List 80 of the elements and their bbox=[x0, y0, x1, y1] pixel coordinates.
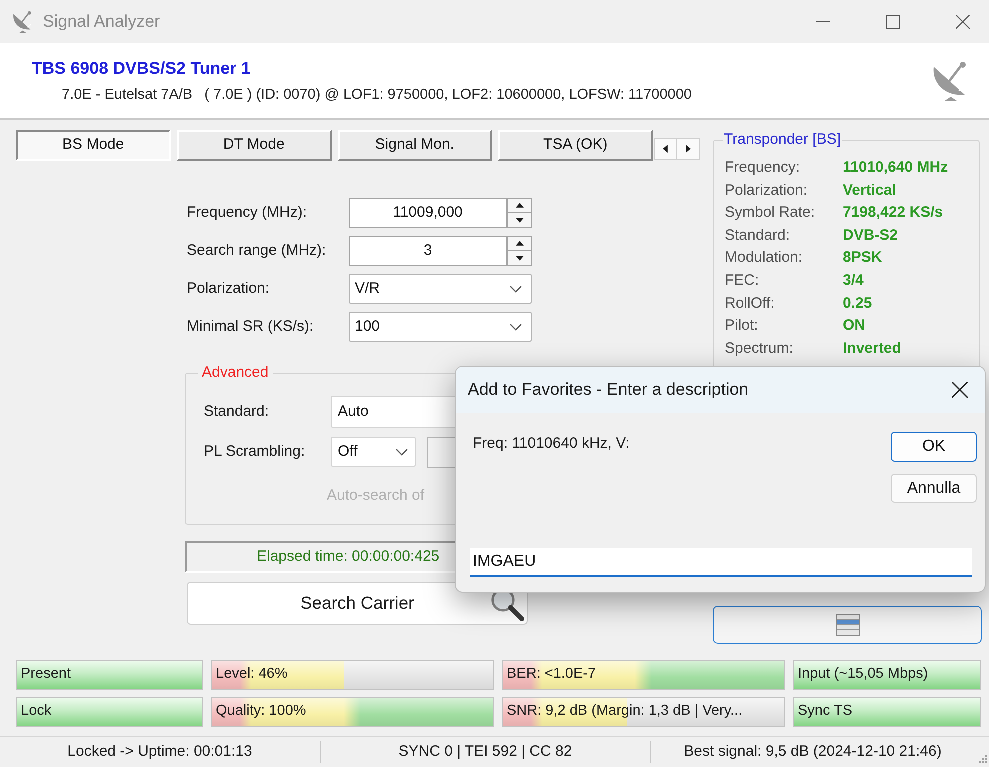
field-label: Minimal SR (KS/s): bbox=[187, 316, 315, 337]
status-text: Best signal: 9,5 dB (2024-12-10 21:46) bbox=[684, 742, 942, 762]
elapsed-time: Elapsed time: 00:00:00:425 bbox=[257, 546, 440, 567]
field-label: Standard: bbox=[204, 402, 270, 422]
dropdown[interactable]: Off bbox=[331, 437, 416, 467]
info-value: 3/4 bbox=[843, 270, 865, 291]
info-value: 0.25 bbox=[843, 294, 874, 314]
minimize-icon bbox=[816, 21, 830, 22]
dialog-title: Add to Favorites - Enter a description bbox=[468, 379, 749, 402]
meter-label: Input (~15,05 Mbps) bbox=[798, 665, 928, 684]
triangle-up-icon bbox=[516, 241, 524, 246]
info-label: Modulation: bbox=[725, 248, 804, 268]
field-label: Frequency (MHz): bbox=[187, 202, 308, 223]
spin-field[interactable]: 11009,000 bbox=[349, 198, 507, 228]
close-icon bbox=[952, 382, 968, 398]
meter-label: SNR: 9,2 dB (Margin: 1,3 dB | Very... bbox=[507, 702, 743, 722]
tab[interactable]: TSA (OK) bbox=[498, 130, 653, 161]
spin-up-button[interactable] bbox=[507, 198, 532, 213]
info-label: RollOff: bbox=[725, 294, 776, 314]
meter-label: Sync TS bbox=[798, 702, 853, 722]
dialog-message: Freq: 11010640 kHz, V: bbox=[473, 434, 630, 454]
maximize-icon bbox=[886, 14, 900, 28]
scroll-right-button[interactable] bbox=[677, 138, 700, 160]
spin-down-button[interactable] bbox=[507, 251, 532, 266]
list-icon bbox=[836, 614, 860, 636]
meter-label: Level: 46% bbox=[216, 665, 288, 684]
spin-field[interactable]: 3 bbox=[349, 236, 507, 266]
triangle-down-icon bbox=[516, 256, 524, 260]
info-value: 11010,640 MHz bbox=[843, 158, 950, 178]
info-label: Symbol Rate: bbox=[725, 203, 816, 224]
dropdown[interactable]: 100 bbox=[349, 312, 532, 342]
meter-label: Present bbox=[21, 665, 71, 684]
triangle-down-icon bbox=[516, 218, 524, 222]
dialog-button[interactable]: Annulla bbox=[891, 474, 977, 503]
info-value: Vertical bbox=[843, 180, 898, 201]
close-icon bbox=[956, 14, 970, 28]
tab[interactable]: Signal Mon. bbox=[338, 130, 492, 161]
status-text: SYNC 0 | TEI 592 | CC 82 bbox=[398, 742, 572, 762]
tab[interactable]: BS Mode bbox=[16, 130, 171, 161]
info-value: ON bbox=[843, 316, 866, 336]
triangle-left-icon bbox=[663, 145, 668, 153]
group-title: Transponder [BS] bbox=[723, 131, 842, 149]
tab[interactable]: DT Mode bbox=[176, 130, 332, 161]
meter-label: Lock bbox=[21, 702, 52, 722]
meter-label: Quality: 100% bbox=[216, 702, 306, 722]
field-label: PL Scrambling: bbox=[204, 442, 306, 462]
info-label: Polarization: bbox=[725, 180, 809, 201]
scroll-left-button[interactable] bbox=[654, 138, 677, 160]
info-label: FEC: bbox=[725, 270, 760, 291]
info-value: DVB-S2 bbox=[843, 226, 900, 246]
info-label: Standard: bbox=[725, 226, 792, 246]
info-label: Spectrum: bbox=[725, 338, 794, 359]
dropdown[interactable]: V/R bbox=[349, 274, 532, 304]
triangle-right-icon bbox=[686, 145, 690, 153]
meter-label: BER: <1.0E-7 bbox=[507, 665, 596, 684]
spin-up-button[interactable] bbox=[507, 236, 532, 251]
triangle-up-icon bbox=[516, 203, 524, 208]
list-button[interactable] bbox=[713, 606, 982, 644]
window-title: Signal Analyzer bbox=[43, 10, 160, 33]
chevron-down-icon bbox=[510, 324, 522, 330]
resize-grip-icon bbox=[979, 755, 987, 763]
info-label: Frequency: bbox=[725, 158, 802, 178]
chevron-down-icon bbox=[510, 286, 522, 292]
spin-down-button[interactable] bbox=[507, 213, 532, 228]
info-value: 7198,422 KS/s bbox=[843, 203, 944, 224]
group-title: Advanced bbox=[201, 364, 270, 382]
description-input[interactable]: IMGAEU bbox=[470, 548, 972, 577]
info-value: 8PSK bbox=[843, 248, 884, 268]
device-details: 7.0E - Eutelsat 7A/B ( 7.0E ) (ID: 0070) @ LOF1: 9750000, LOF2: 10600000, LOFSW: 11700000 bbox=[62, 86, 692, 104]
info-label: Pilot: bbox=[725, 316, 760, 336]
dialog-button[interactable]: OK bbox=[891, 432, 977, 462]
field-label: Polarization: bbox=[187, 278, 271, 299]
app-icon bbox=[12, 10, 34, 32]
hint-text: Auto-search of bbox=[327, 486, 425, 506]
chevron-down-icon bbox=[396, 448, 408, 456]
search-carrier-button[interactable]: Search Carrier bbox=[187, 582, 528, 625]
device-title: TBS 6908 DVBS/S2 Tuner 1 bbox=[32, 59, 252, 79]
status-text: Locked -> Uptime: 00:01:13 bbox=[68, 742, 252, 762]
field-label: Search range (MHz): bbox=[187, 240, 328, 261]
info-value: Inverted bbox=[843, 338, 902, 359]
